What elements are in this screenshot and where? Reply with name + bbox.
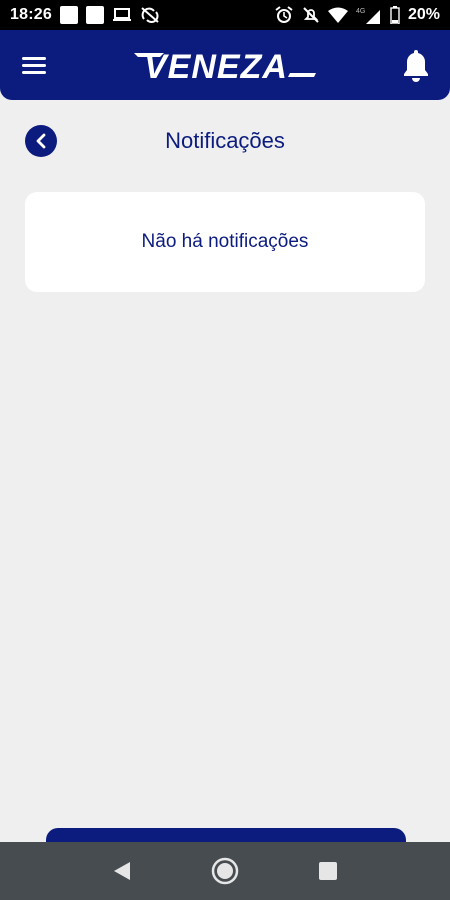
empty-message: Não há notificações xyxy=(141,231,309,252)
notification-square-icon xyxy=(59,6,78,24)
nav-recents-button[interactable] xyxy=(308,851,348,891)
battery-percent: 20% xyxy=(407,6,440,23)
back-button[interactable] xyxy=(25,125,57,157)
cellular-signal-icon: 4G xyxy=(356,6,382,24)
alarm-icon xyxy=(274,6,294,24)
page-header: Notificações xyxy=(0,118,450,164)
chevron-left-icon xyxy=(36,133,46,149)
nav-home-button[interactable] xyxy=(205,851,245,891)
home-circle-icon xyxy=(211,857,239,885)
network-type-text: 4G xyxy=(356,8,365,15)
page-title: Notificações xyxy=(165,128,285,153)
system-nav-bar xyxy=(0,842,450,900)
status-bar: 18:26 4G 20% xyxy=(0,0,450,30)
notifications-button[interactable] xyxy=(400,45,432,85)
app-bar: VENEZA xyxy=(0,30,450,100)
battery-icon xyxy=(390,6,400,24)
sync-off-icon xyxy=(140,6,160,24)
logo-text: VENEZA xyxy=(144,48,288,85)
bell-icon xyxy=(404,50,428,82)
status-time: 18:26 xyxy=(10,6,52,23)
menu-icon-line xyxy=(22,70,46,74)
nav-back-button[interactable] xyxy=(102,851,142,891)
notification-square-icon-2 xyxy=(85,6,104,24)
back-triangle-icon xyxy=(113,862,130,880)
wifi-icon xyxy=(327,7,348,23)
empty-notifications-card: Não há notificações xyxy=(25,192,425,292)
menu-icon-line xyxy=(22,63,46,67)
status-right: 4G 20% xyxy=(274,6,440,24)
menu-button[interactable] xyxy=(22,51,50,79)
notifications-off-icon xyxy=(302,6,320,24)
veneza-logo: VENEZA xyxy=(130,45,320,85)
menu-icon-line xyxy=(22,56,46,60)
status-left: 18:26 xyxy=(10,6,160,24)
laptop-icon xyxy=(112,7,132,23)
recents-square-icon xyxy=(319,862,338,880)
